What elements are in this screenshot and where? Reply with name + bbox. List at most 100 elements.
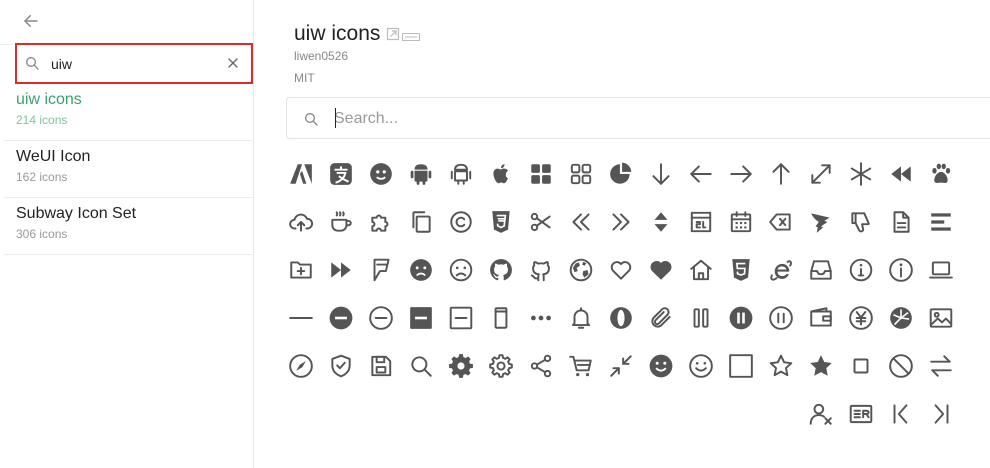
pause-icon[interactable]: [685, 302, 717, 334]
appstore-icon[interactable]: [525, 158, 557, 190]
calendar-icon[interactable]: [725, 206, 757, 238]
user-delete-icon[interactable]: [805, 398, 837, 430]
picasa-icon[interactable]: [885, 302, 917, 334]
pay-circle-o-icon[interactable]: [845, 302, 877, 334]
baidu-icon[interactable]: [365, 158, 397, 190]
safari-icon[interactable]: [285, 350, 317, 382]
appstore-o-icon[interactable]: [565, 158, 597, 190]
inbox-icon[interactable]: [805, 254, 837, 286]
minus-circle-icon[interactable]: [325, 302, 357, 334]
verticle-left-icon[interactable]: [885, 398, 917, 430]
scissor-icon[interactable]: [525, 206, 557, 238]
date-icon[interactable]: [685, 206, 717, 238]
arrow-right-icon[interactable]: [725, 158, 757, 190]
cloud-upload-icon[interactable]: [285, 206, 317, 238]
baidu-paw-icon[interactable]: [925, 158, 957, 190]
setting-icon[interactable]: [445, 350, 477, 382]
puzzle-icon[interactable]: [365, 206, 397, 238]
badge-icon[interactable]: [402, 29, 421, 41]
paper-clip-icon[interactable]: [645, 302, 677, 334]
dislike-icon[interactable]: [845, 206, 877, 238]
app-window: uiw icons 214 icons WeUI Icon 162 icons …: [0, 0, 990, 468]
copy-icon[interactable]: [405, 206, 437, 238]
align-left-icon[interactable]: [925, 206, 957, 238]
sort-icon[interactable]: [645, 206, 677, 238]
pause-circle-o-icon[interactable]: [765, 302, 797, 334]
setting-o-icon[interactable]: [485, 350, 517, 382]
github-o-icon[interactable]: [525, 254, 557, 286]
verticle-right-icon[interactable]: [925, 398, 957, 430]
shrink-icon[interactable]: [605, 350, 637, 382]
more-icon[interactable]: [525, 302, 557, 334]
notification-icon[interactable]: [565, 302, 597, 334]
android-o-icon[interactable]: [445, 158, 477, 190]
heart-on-icon[interactable]: [645, 254, 677, 286]
coffee-icon[interactable]: [325, 206, 357, 238]
stop-icon[interactable]: [845, 350, 877, 382]
frown-icon[interactable]: [405, 254, 437, 286]
frown-o-icon[interactable]: [445, 254, 477, 286]
share-icon[interactable]: [525, 350, 557, 382]
pay-icon[interactable]: [805, 302, 837, 334]
external-link-icon[interactable]: [386, 27, 400, 41]
save-icon[interactable]: [365, 350, 397, 382]
d-arrow-right-icon[interactable]: [605, 206, 637, 238]
smile-o-icon[interactable]: [685, 350, 717, 382]
ie-icon[interactable]: [765, 254, 797, 286]
close-icon[interactable]: [225, 55, 241, 71]
star-off-icon[interactable]: [765, 350, 797, 382]
laptop-icon[interactable]: [925, 254, 957, 286]
html5-icon[interactable]: [725, 254, 757, 286]
minus-square-icon[interactable]: [405, 302, 437, 334]
arrows-alt-icon[interactable]: [805, 158, 837, 190]
minus-circle-o-icon[interactable]: [365, 302, 397, 334]
arrow-down-icon[interactable]: [645, 158, 677, 190]
arrow-up-icon[interactable]: [765, 158, 797, 190]
package-search-input[interactable]: [51, 53, 221, 75]
copyright-icon[interactable]: [445, 206, 477, 238]
back-button[interactable]: [20, 12, 42, 34]
global-icon[interactable]: [565, 254, 597, 286]
alipay-icon[interactable]: [325, 158, 357, 190]
android-icon[interactable]: [405, 158, 437, 190]
result-item-uiw-icons[interactable]: uiw icons 214 icons: [4, 84, 254, 141]
d-arrow-left-icon[interactable]: [565, 206, 597, 238]
picture-icon[interactable]: [925, 302, 957, 334]
smile-icon[interactable]: [645, 350, 677, 382]
information-o-icon[interactable]: [885, 254, 917, 286]
square-o-icon[interactable]: [725, 350, 757, 382]
document-icon[interactable]: [885, 206, 917, 238]
foursquare-icon[interactable]: [365, 254, 397, 286]
opera-icon[interactable]: [605, 302, 637, 334]
heart-off-icon[interactable]: [605, 254, 637, 286]
backward-icon[interactable]: [885, 158, 917, 190]
css3-icon[interactable]: [485, 206, 517, 238]
icon-search-input[interactable]: [334, 107, 974, 131]
search-icon[interactable]: [405, 350, 437, 382]
minus-icon[interactable]: [285, 302, 317, 334]
adobe-icon[interactable]: [285, 158, 317, 190]
delete-icon[interactable]: [765, 206, 797, 238]
result-item-weui-icon[interactable]: WeUI Icon 162 icons: [4, 141, 254, 198]
package-search-box: [15, 43, 253, 84]
github-icon[interactable]: [485, 254, 517, 286]
information-icon[interactable]: [845, 254, 877, 286]
verification-icon[interactable]: [845, 398, 877, 430]
arrow-left-icon[interactable]: [685, 158, 717, 190]
home-icon[interactable]: [685, 254, 717, 286]
apple-icon[interactable]: [485, 158, 517, 190]
dingding-icon[interactable]: [805, 206, 837, 238]
stop-o-icon[interactable]: [885, 350, 917, 382]
pause-circle-icon[interactable]: [725, 302, 757, 334]
shopping-cart-icon[interactable]: [565, 350, 597, 382]
star-on-icon[interactable]: [805, 350, 837, 382]
pie-chart-icon[interactable]: [605, 158, 637, 190]
result-item-subway-icon-set[interactable]: Subway Icon Set 306 icons: [4, 198, 254, 255]
asterisk-icon[interactable]: [845, 158, 877, 190]
swap-icon[interactable]: [925, 350, 957, 382]
folder-add-icon[interactable]: [285, 254, 317, 286]
safety-icon[interactable]: [325, 350, 357, 382]
minus-square-o-icon[interactable]: [445, 302, 477, 334]
mobile-icon[interactable]: [485, 302, 517, 334]
forward-icon[interactable]: [325, 254, 357, 286]
